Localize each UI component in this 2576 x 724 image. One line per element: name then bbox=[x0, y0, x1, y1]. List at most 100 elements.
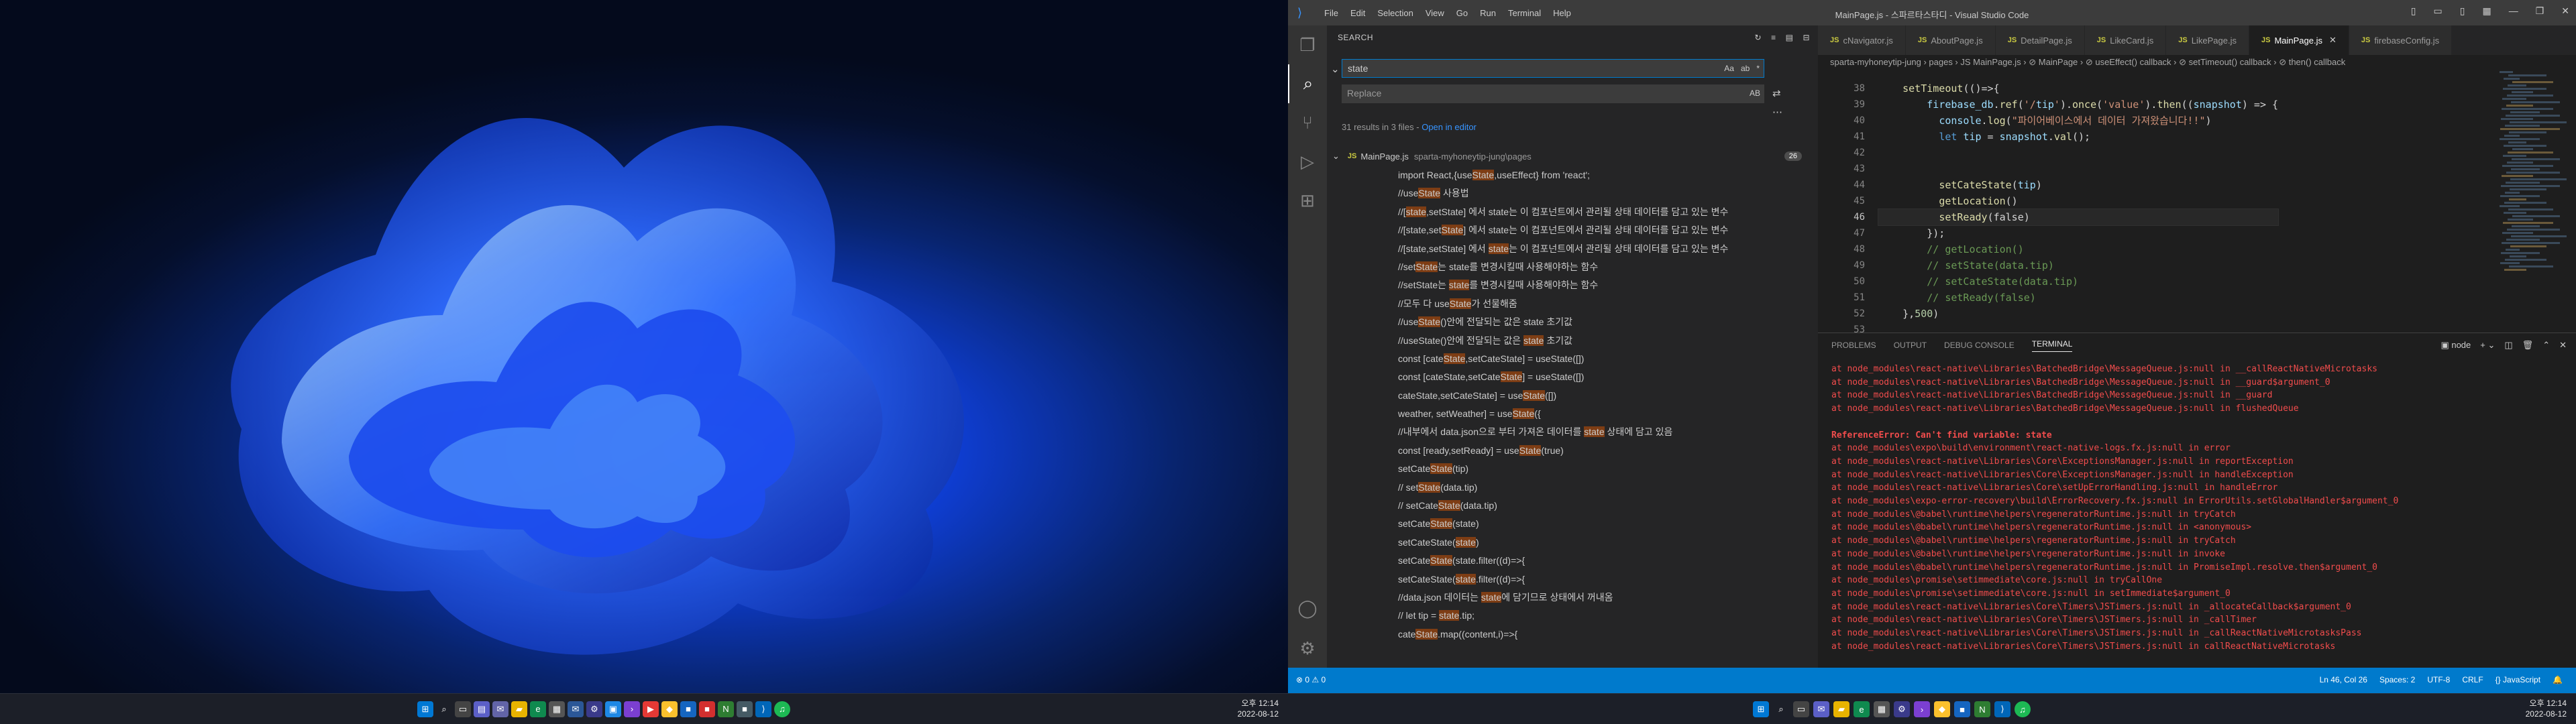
vscode-icon[interactable]: ⟩ bbox=[755, 701, 771, 717]
indentation[interactable]: Spaces: 2 bbox=[2379, 675, 2415, 684]
search-result-item[interactable]: setCateState(state.filter((d)=>{ bbox=[1398, 570, 1728, 589]
task-view-icon[interactable]: ▭ bbox=[455, 701, 471, 717]
app-icon[interactable]: ■ bbox=[1954, 701, 1970, 717]
trash-icon[interactable]: 🗑 bbox=[2522, 340, 2534, 351]
code-text[interactable]: setTimeout(()=>{ firebase_db.ref('/tip')… bbox=[1877, 80, 2279, 338]
close-button[interactable]: ✕ bbox=[2561, 5, 2569, 17]
code-line[interactable]: setReady(false) bbox=[1877, 208, 2279, 226]
code-line[interactable]: firebase_db.ref('/tip').once('value').th… bbox=[1878, 97, 2278, 113]
terminal-output[interactable]: at node_modules\react-native\Libraries\B… bbox=[1831, 363, 2398, 653]
notion-icon[interactable]: N bbox=[1974, 701, 1990, 717]
search-result-item[interactable]: // setCateState(data.tip) bbox=[1398, 497, 1728, 515]
code-line[interactable]: }); bbox=[1878, 225, 2278, 241]
gear-icon[interactable]: ⚙ bbox=[1288, 629, 1327, 668]
editor-tab[interactable]: JS LikePage.js bbox=[2166, 25, 2249, 55]
layout-toggle-icon[interactable]: ▭ bbox=[2434, 5, 2443, 17]
code-editor[interactable]: 38 39 40 41 42 43 44 45 46 47 48 49 50 51 52 53 setTime… bbox=[1818, 70, 2576, 335]
code-line[interactable]: // setReady(false) bbox=[1878, 290, 2278, 306]
search-icon[interactable]: ⌕ bbox=[1288, 64, 1327, 103]
tray-clock[interactable]: 오후 12:14 2022-08-12 bbox=[2526, 698, 2567, 719]
chat-icon[interactable]: ✉ bbox=[1813, 701, 1829, 717]
line-ending[interactable]: CRLF bbox=[2462, 675, 2483, 684]
widgets-icon[interactable]: ▤ bbox=[474, 701, 490, 717]
refresh-icon[interactable]: ↻ bbox=[1755, 33, 1762, 42]
close-panel-icon[interactable]: ✕ bbox=[2559, 340, 2567, 351]
match-case-toggle[interactable]: Aa bbox=[1724, 64, 1734, 73]
vscode-icon[interactable]: ⟩ bbox=[1994, 701, 2010, 717]
file-explorer-icon[interactable]: ▰ bbox=[511, 701, 527, 717]
encoding[interactable]: UTF-8 bbox=[2427, 675, 2450, 684]
code-line[interactable]: setCateState(tip) bbox=[1878, 177, 2278, 193]
editor-tab[interactable]: JS LikeCard.js bbox=[2084, 25, 2167, 55]
editor-tab[interactable]: JS cNavigator.js bbox=[1818, 25, 1906, 55]
maps-icon[interactable]: ◆ bbox=[1934, 701, 1950, 717]
search-result-item[interactable]: cateState,setCateState] = useState([]) bbox=[1398, 387, 1728, 405]
code-line[interactable]: getLocation() bbox=[1878, 193, 2278, 209]
edge-icon[interactable]: e bbox=[530, 701, 546, 717]
maps-icon[interactable]: ◆ bbox=[661, 701, 678, 717]
search-result-item[interactable]: //[state,setState] 에서 state는 이 컴포넌트에서 관리… bbox=[1398, 221, 1728, 239]
search-result-item[interactable]: //useState 사용법 bbox=[1398, 184, 1728, 202]
windows-start-icon[interactable]: ⊞ bbox=[1753, 701, 1769, 717]
preserve-case-toggle[interactable]: AB bbox=[1750, 88, 1760, 98]
code-line[interactable]: let tip = snapshot.val(); bbox=[1878, 129, 2278, 145]
editor-tab[interactable]: JS AboutPage.js bbox=[1905, 25, 1996, 55]
search-result-item[interactable]: //data.json 데이터는 state에 담기므로 상태에서 꺼내옴 bbox=[1398, 589, 1728, 607]
terminal-icon[interactable]: › bbox=[1914, 701, 1930, 717]
search-result-item[interactable]: // let tip = state.tip; bbox=[1398, 607, 1728, 625]
code-line[interactable]: setTimeout(()=>{ bbox=[1878, 80, 2278, 97]
spotify-icon[interactable]: ♫ bbox=[774, 701, 790, 717]
search-result-item[interactable]: const [cateState,setCateState] = useStat… bbox=[1398, 368, 1728, 386]
search-result-item[interactable]: //모두 다 useState가 선물해줌 bbox=[1398, 295, 1728, 313]
collapse-all-icon[interactable]: ⊟ bbox=[1803, 33, 1810, 42]
replace-input[interactable]: Replace AB bbox=[1342, 84, 1764, 103]
search-result-item[interactable]: //useState()안에 전달되는 값은 state 초기값 bbox=[1398, 332, 1728, 350]
replace-all-icon[interactable]: ⇄ bbox=[1772, 87, 1781, 99]
cursor-position[interactable]: Ln 46, Col 26 bbox=[2320, 675, 2367, 684]
search-result-item[interactable]: setCateState(tip) bbox=[1398, 460, 1728, 478]
account-icon[interactable]: ◯ bbox=[1288, 589, 1327, 627]
search-icon[interactable]: ⌕ bbox=[1773, 701, 1789, 717]
search-result-item[interactable]: setCateState(state.filter((d)=>{ bbox=[1398, 552, 1728, 570]
new-terminal-icon[interactable]: + ⌄ bbox=[2480, 340, 2495, 351]
search-result-item[interactable]: //[state,setState] 에서 state는 이 컴포넌트에서 관리… bbox=[1398, 240, 1728, 258]
search-result-item[interactable]: //setState는 state를 변경시킬때 사용해야하는 함수 bbox=[1398, 276, 1728, 294]
windows-start-icon[interactable]: ⊞ bbox=[417, 701, 433, 717]
source-control-icon[interactable]: ⑂ bbox=[1288, 103, 1327, 142]
breadcrumb[interactable]: sparta-myhoneytip-jung › pages › JS Main… bbox=[1818, 55, 2576, 70]
run-debug-icon[interactable]: ▷ bbox=[1288, 142, 1327, 181]
split-terminal-icon[interactable]: ◫ bbox=[2504, 340, 2512, 351]
regex-toggle[interactable]: * bbox=[1756, 64, 1760, 73]
tab-debug-console[interactable]: DEBUG CONSOLE bbox=[1944, 341, 2015, 350]
search-result-item[interactable]: //[state,setState] 에서 state는 이 컴포넌트에서 관리… bbox=[1398, 203, 1728, 221]
search-result-item[interactable]: // setState(data.tip) bbox=[1398, 479, 1728, 497]
terminal-icon[interactable]: › bbox=[624, 701, 640, 717]
more-icon[interactable]: ⋯ bbox=[1772, 106, 1782, 118]
search-result-item[interactable]: setCateState(state) bbox=[1398, 534, 1728, 552]
code-line[interactable] bbox=[1878, 161, 2278, 177]
new-search-editor-icon[interactable]: ▤ bbox=[1786, 33, 1794, 42]
settings-icon[interactable]: ⚙ bbox=[586, 701, 602, 717]
app-icon[interactable]: ■ bbox=[737, 701, 753, 717]
terminal-shell-selector[interactable]: ▣ node bbox=[2440, 340, 2471, 351]
code-line[interactable]: },500) bbox=[1878, 306, 2278, 322]
code-line[interactable]: // setCateState(data.tip) bbox=[1878, 274, 2278, 290]
notifications-icon[interactable]: 🔔 bbox=[2553, 675, 2563, 684]
search-result-item[interactable]: cateState.map((content,i)=>{ bbox=[1398, 625, 1728, 644]
app-icon[interactable]: ■ bbox=[680, 701, 696, 717]
language-mode[interactable]: {} JavaScript bbox=[2496, 675, 2540, 684]
editor-tab[interactable]: JS DetailPage.js bbox=[1995, 25, 2085, 55]
store-icon[interactable]: ▦ bbox=[1874, 701, 1890, 717]
minimap[interactable] bbox=[2500, 70, 2567, 333]
chevron-down-icon[interactable]: ⌄ bbox=[1331, 63, 1340, 75]
code-line[interactable]: console.log("파이어베이스에서 데이터 가져왔습니다!!") bbox=[1878, 113, 2278, 129]
search-input[interactable]: state Aa ab * bbox=[1342, 59, 1764, 78]
settings-icon[interactable]: ⚙ bbox=[1894, 701, 1910, 717]
spotify-icon[interactable]: ♫ bbox=[2015, 701, 2031, 717]
maximize-panel-icon[interactable]: ⌃ bbox=[2542, 340, 2550, 351]
search-result-item[interactable]: setCateState(state) bbox=[1398, 515, 1728, 533]
result-file-row[interactable]: ⌄ JS MainPage.js sparta-myhoneytip-jung\… bbox=[1332, 149, 1802, 164]
file-explorer-icon[interactable]: ▰ bbox=[1833, 701, 1849, 717]
layout-toggle-icon[interactable]: ▯ bbox=[2411, 5, 2416, 17]
app-icon[interactable]: ■ bbox=[699, 701, 715, 717]
